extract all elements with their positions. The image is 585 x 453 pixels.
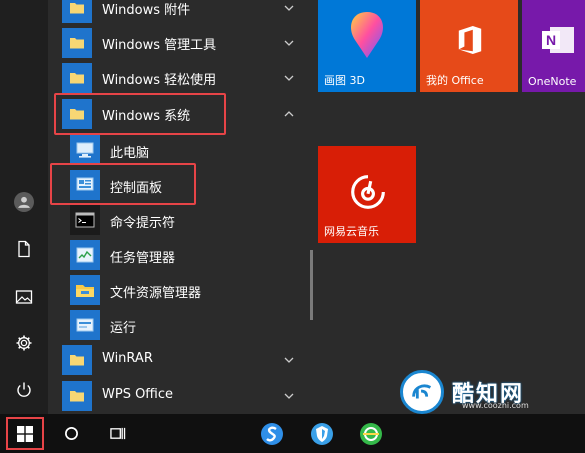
folder-icon bbox=[62, 28, 92, 58]
chevron-down-icon bbox=[284, 5, 294, 11]
app-list: Windows 附件 Windows 管理工具 Windows 轻松使用 Win… bbox=[48, 0, 310, 414]
start-icon bbox=[17, 425, 33, 442]
tile-onenote[interactable]: N OneNote bbox=[522, 0, 585, 92]
app-file-explorer[interactable]: 文件资源管理器 bbox=[48, 272, 310, 308]
shield-browser-icon bbox=[311, 422, 333, 445]
chevron-down-icon bbox=[284, 357, 294, 363]
highlight-box-windows-system bbox=[54, 93, 226, 135]
app-task-manager[interactable]: 任务管理器 bbox=[48, 237, 310, 273]
gear-icon bbox=[16, 335, 32, 351]
computer-icon bbox=[70, 135, 100, 165]
app-label: 命令提示符 bbox=[110, 216, 176, 231]
tile-my-office[interactable]: 我的 Office bbox=[420, 0, 518, 92]
cortana-button[interactable] bbox=[58, 416, 84, 451]
tile-label: 画图 3D bbox=[324, 74, 365, 87]
user-account-button[interactable] bbox=[0, 180, 48, 224]
tiles-area: 画图 3D 我的 Office N OneNote 网易云音乐 bbox=[313, 0, 585, 414]
chevron-up-icon bbox=[284, 111, 294, 117]
tile-label: 我的 Office bbox=[426, 74, 484, 87]
folder-label: Windows 附件 bbox=[102, 3, 191, 18]
chevron-down-icon bbox=[284, 75, 294, 81]
shield-browser-button[interactable] bbox=[307, 416, 337, 451]
app-label: 任务管理器 bbox=[110, 251, 176, 266]
cortana-icon bbox=[64, 427, 78, 440]
onenote-icon: N bbox=[542, 27, 574, 53]
chevron-down-icon bbox=[284, 40, 294, 46]
paint3d-icon bbox=[351, 12, 383, 58]
folder-icon bbox=[62, 63, 92, 93]
start-rail bbox=[0, 0, 48, 414]
settings-button[interactable] bbox=[0, 321, 48, 365]
file-explorer-icon bbox=[70, 275, 100, 305]
power-icon bbox=[17, 382, 31, 397]
app-command-prompt[interactable]: 命令提示符 bbox=[48, 202, 310, 238]
tile-label: OneNote bbox=[528, 75, 577, 88]
folder-label: WinRAR bbox=[102, 351, 153, 366]
sogou-browser-icon bbox=[261, 422, 283, 445]
tile-paint3d[interactable]: 画图 3D bbox=[318, 0, 416, 92]
netease-music-icon bbox=[351, 175, 385, 209]
svg-text:N: N bbox=[546, 32, 556, 48]
watermark: 酷知网 www.coozhi.com bbox=[400, 367, 575, 417]
document-icon bbox=[18, 240, 30, 258]
watermark-url: www.coozhi.com bbox=[462, 401, 529, 410]
360-browser-button[interactable] bbox=[356, 416, 386, 451]
user-icon bbox=[14, 192, 34, 212]
chevron-down-icon bbox=[284, 393, 294, 399]
folder-icon bbox=[62, 381, 92, 411]
app-label: 文件资源管理器 bbox=[110, 286, 202, 301]
folder-windows-accessories[interactable]: Windows 附件 bbox=[48, 0, 310, 26]
sogou-browser-button[interactable] bbox=[257, 416, 287, 451]
run-icon bbox=[70, 310, 100, 340]
task-view-icon bbox=[109, 427, 125, 440]
tile-label: 网易云音乐 bbox=[324, 225, 379, 238]
highlight-box-control-panel bbox=[50, 163, 196, 205]
folder-wps-office[interactable]: WPS Office bbox=[48, 378, 310, 414]
folder-icon bbox=[62, 345, 92, 375]
office-icon bbox=[458, 26, 482, 54]
taskbar bbox=[0, 414, 585, 453]
app-label: 此电脑 bbox=[110, 146, 150, 161]
pictures-button[interactable] bbox=[0, 275, 48, 319]
documents-button[interactable] bbox=[0, 227, 48, 271]
power-button[interactable] bbox=[0, 368, 48, 412]
tile-netease-music[interactable]: 网易云音乐 bbox=[318, 146, 416, 243]
360-icon bbox=[360, 422, 382, 445]
pictures-icon bbox=[15, 290, 33, 304]
folder-label: WPS Office bbox=[102, 387, 174, 402]
folder-windows-ease-of-access[interactable]: Windows 轻松使用 bbox=[48, 60, 310, 96]
start-button[interactable] bbox=[6, 417, 44, 450]
task-view-button[interactable] bbox=[104, 416, 130, 451]
folder-label: Windows 管理工具 bbox=[102, 38, 217, 53]
folder-winrar[interactable]: WinRAR bbox=[48, 342, 310, 378]
folder-label: Windows 轻松使用 bbox=[102, 73, 217, 88]
task-manager-icon bbox=[70, 240, 100, 270]
cmd-icon bbox=[70, 205, 100, 235]
folder-windows-admin-tools[interactable]: Windows 管理工具 bbox=[48, 25, 310, 61]
folder-icon bbox=[62, 0, 92, 23]
app-label: 运行 bbox=[110, 321, 137, 336]
app-run[interactable]: 运行 bbox=[48, 307, 310, 343]
watermark-logo-icon bbox=[400, 370, 444, 414]
